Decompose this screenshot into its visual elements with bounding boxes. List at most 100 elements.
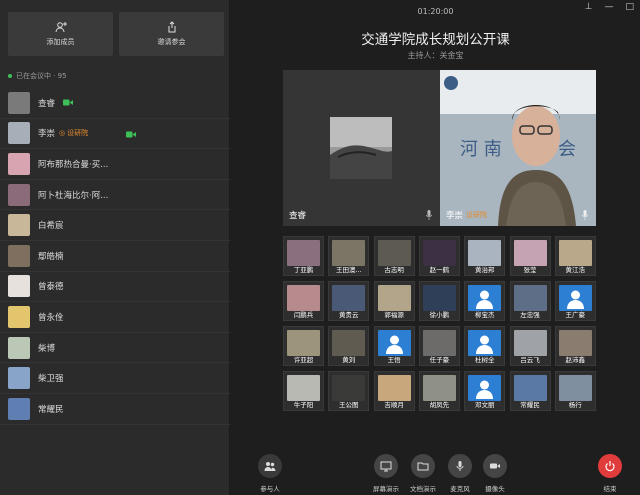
participant-name: 赵沛鑫 (565, 356, 586, 364)
participant-tile[interactable]: 杨行 (554, 371, 596, 411)
member-role: ◎ 设研院 (59, 128, 88, 138)
participant-tile[interactable]: 胡凤先 (418, 371, 460, 411)
camera-label: 摄像头 (485, 485, 505, 493)
minimize-icon[interactable]: — (604, 2, 613, 12)
avatar (513, 285, 547, 311)
avatar (8, 183, 30, 206)
member-row[interactable]: 鄢皓楠 (0, 241, 230, 272)
svg-text:会: 会 (558, 139, 576, 160)
member-name: 李崇 (38, 129, 56, 140)
video-camera-icon (63, 99, 74, 106)
member-row[interactable]: 阿卜杜海比尔·阿... (0, 180, 230, 211)
member-list: 查睿 李崇 ◎ 设研院 阿布那热合曼·买... 阿卜杜海比尔·阿... 白希宸 鄢皓楠 曾泰德曾… (0, 88, 230, 425)
end-meeting-button[interactable]: 结束 (590, 454, 630, 493)
end-label: 结束 (603, 485, 617, 493)
avatar (8, 305, 30, 328)
participant-name: 赵一鹤 (429, 266, 450, 274)
member-row[interactable]: 柴卫强 (0, 363, 230, 394)
avatar (558, 375, 592, 401)
video-camera-icon (126, 131, 136, 138)
participant-tile[interactable]: 王田澳... (328, 236, 370, 276)
member-row[interactable]: 阿布那热合曼·买... (0, 149, 230, 180)
member-row[interactable]: 查睿 (0, 88, 230, 119)
participant-name: 徐小鹏 (429, 311, 450, 319)
participant-tile[interactable]: 牛子阳 (283, 371, 324, 411)
avatar (422, 240, 456, 266)
participant-tile[interactable]: 赵一鹤 (418, 236, 460, 276)
default-avatar-icon (558, 285, 592, 311)
host-label: 主持人：关金宝 (407, 51, 464, 60)
participant-name: 王悟 (387, 356, 401, 364)
avatar (422, 375, 456, 401)
avatar (422, 285, 456, 311)
participant-tile[interactable]: 王公图 (328, 371, 370, 411)
member-row[interactable]: 柴博 (0, 333, 230, 364)
add-member-button[interactable]: 添加成员 (8, 12, 113, 56)
participant-tile[interactable]: 杜树全 (464, 326, 506, 366)
video-name-label: 查睿 (289, 209, 306, 221)
invite-button[interactable]: 邀请参会 (119, 12, 224, 56)
participants-button[interactable]: 参与人 (250, 454, 290, 493)
member-row[interactable]: 常耀民 (0, 394, 230, 425)
microphone-icon (448, 454, 472, 478)
member-row[interactable]: 白希宸 (0, 210, 230, 241)
participant-tile[interactable]: 任子豪 (418, 326, 460, 366)
participant-tile[interactable]: 吉顺月 (373, 371, 415, 411)
participant-name: 吕云飞 (520, 356, 540, 364)
participant-tile[interactable]: 徐小鹏 (418, 281, 460, 321)
in-meeting-label: 已在会议中 · 95 (16, 72, 67, 80)
maximize-icon[interactable]: □ (625, 2, 634, 12)
participant-name: 牛子阳 (293, 401, 314, 409)
avatar (332, 240, 366, 266)
member-name: 曾永佺 (38, 312, 64, 323)
camera-button[interactable]: 摄像头 (475, 454, 515, 493)
avatar (332, 285, 366, 311)
member-row[interactable]: 曾泰德 (0, 272, 230, 303)
participant-tile[interactable]: 郭福源 (373, 281, 415, 321)
avatar (8, 152, 30, 175)
participant-name: 王公图 (339, 401, 359, 409)
member-row[interactable]: 李崇 ◎ 设研院 (0, 119, 230, 150)
participant-tile[interactable]: 黄江浩 (554, 236, 596, 276)
member-row[interactable]: 曾永佺 (0, 302, 230, 333)
meeting-title: 交通学院成长规划公开课 (361, 32, 510, 48)
screen-share-button[interactable]: 屏幕演示 (366, 454, 406, 493)
mic-button[interactable]: 麦克风 (440, 454, 480, 493)
avatar (8, 367, 30, 390)
participant-tile[interactable]: 丁亚鹏 (283, 236, 324, 276)
participant-tile[interactable]: 左忠强 (509, 281, 551, 321)
avatar (513, 330, 547, 356)
participant-tile[interactable]: 许亚超 (283, 326, 324, 366)
participant-tile[interactable]: 王广豪 (554, 281, 596, 321)
participant-tile[interactable]: 张莹 (509, 236, 551, 276)
avatar (8, 275, 30, 298)
video-name-label: 李崇 设研院 (446, 209, 487, 221)
video-tile[interactable]: 查睿 (283, 70, 440, 226)
participant-tile[interactable]: 赵沛鑫 (554, 326, 596, 366)
doc-share-button[interactable]: 文档演示 (403, 454, 443, 493)
participant-tile[interactable]: 黄刘 (328, 326, 370, 366)
online-dot-icon (8, 74, 12, 78)
participant-name: 左忠强 (520, 311, 540, 319)
speaker-video: 河 南 会 (440, 70, 596, 226)
participant-tile[interactable]: 柳宝杰 (464, 281, 506, 321)
avatar (377, 285, 411, 311)
participant-tile[interactable]: 邓文丽 (464, 371, 506, 411)
video-name: 李崇 (446, 211, 464, 221)
participant-name: 常耀民 (520, 401, 540, 409)
participant-tile[interactable]: 常耀民 (509, 371, 551, 411)
participant-tile[interactable]: 王悟 (373, 326, 415, 366)
pin-icon[interactable]: ⊥ (585, 2, 593, 12)
participant-tile[interactable]: 闫鹏兵 (283, 281, 324, 321)
participant-tile[interactable]: 古志明 (373, 236, 415, 276)
folder-icon (411, 454, 435, 478)
power-icon (598, 454, 622, 478)
participant-tile[interactable]: 黄贵云 (328, 281, 370, 321)
participant-tile[interactable]: 黄治邦 (464, 236, 506, 276)
video-tile[interactable]: 河 南 会 李崇 设研院 (440, 70, 596, 226)
participant-tile[interactable]: 吕云飞 (509, 326, 551, 366)
video-thumbnail (330, 117, 392, 179)
participants-label: 参与人 (260, 485, 280, 493)
video-name: 查睿 (289, 211, 307, 221)
avatar (558, 330, 592, 356)
